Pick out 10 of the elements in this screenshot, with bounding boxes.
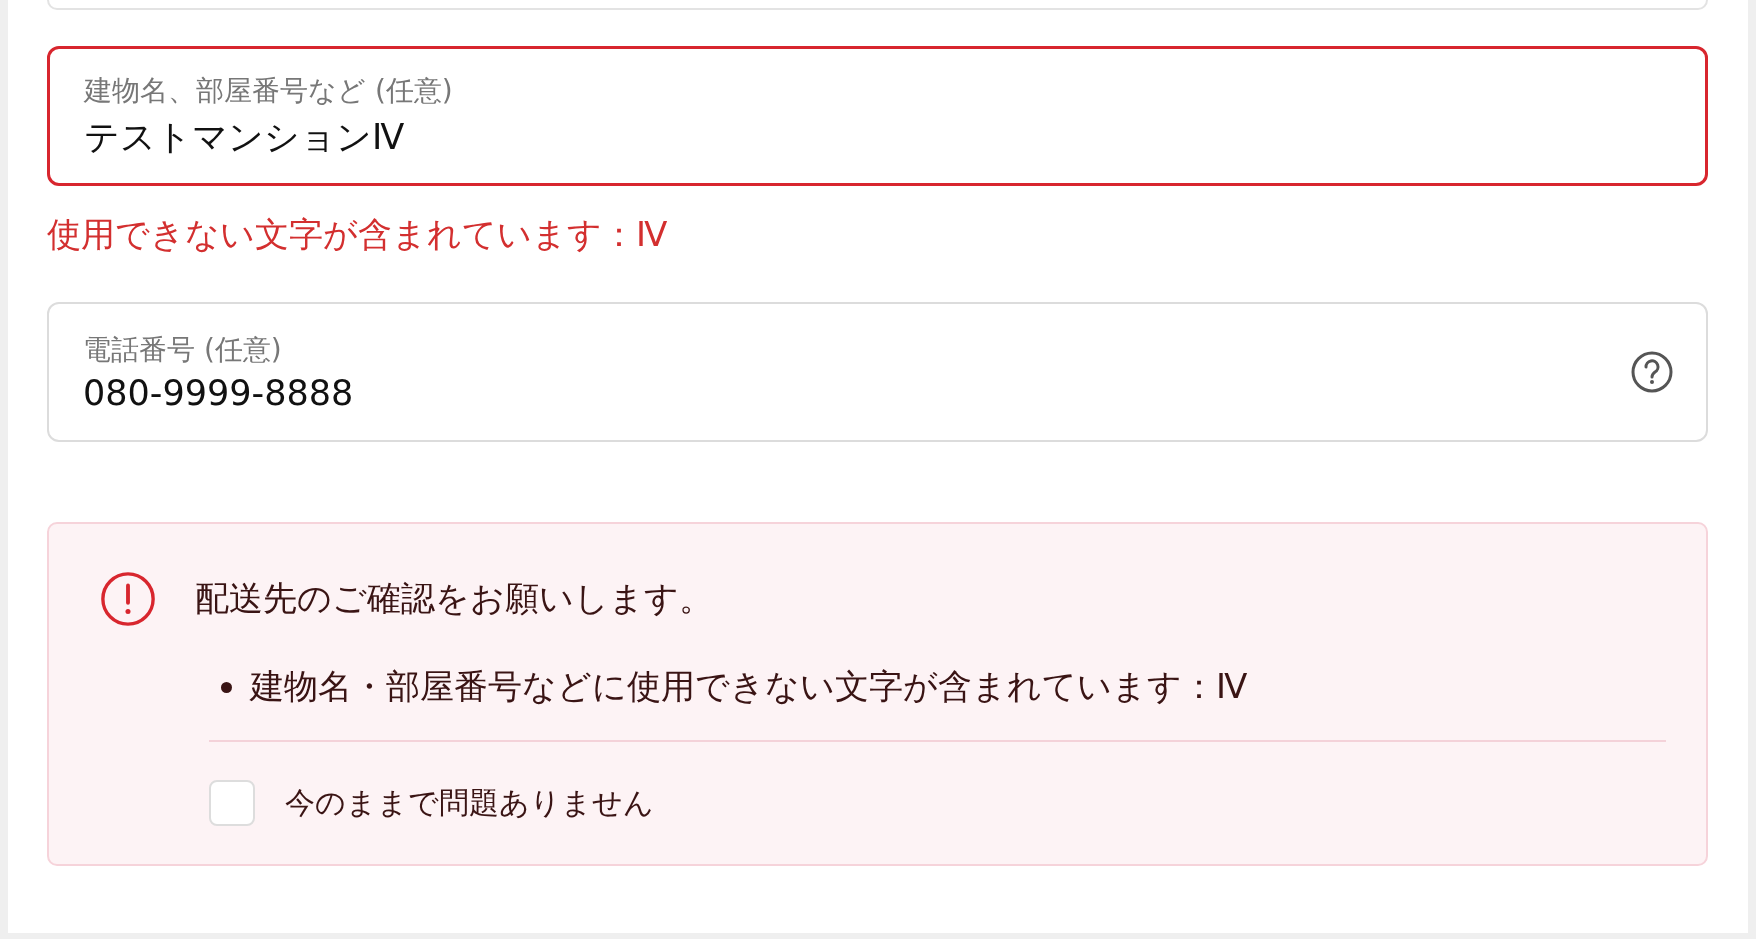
bullet-icon	[221, 681, 232, 693]
input-field[interactable]: 電話番号 (任意) 080-9999-8888	[47, 302, 1708, 442]
help-icon[interactable]	[1630, 350, 1674, 394]
alert-title: 配送先のご確認をお願いします。	[195, 577, 713, 620]
exclamation-icon	[99, 570, 157, 628]
checkbox[interactable]	[209, 780, 255, 826]
alert-item: 建物名・部屋番号などに使用できない文字が含まれています：Ⅳ	[250, 665, 1248, 708]
error-message: 使用できない文字が含まれています：Ⅳ	[47, 213, 669, 256]
input-field[interactable]: 建物名、部屋番号など (任意) テストマンションⅣ	[47, 46, 1708, 186]
checkbox-label[interactable]: 今のままで問題ありません	[285, 782, 654, 824]
